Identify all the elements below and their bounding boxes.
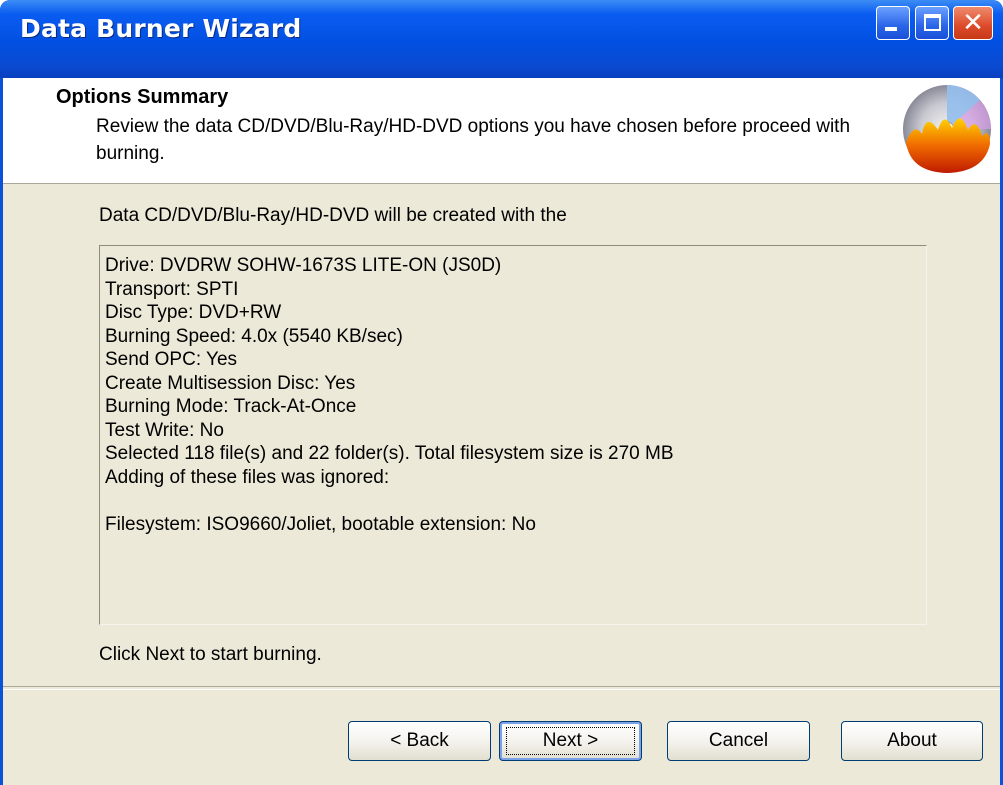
disc-flame-logo-icon <box>903 85 991 173</box>
back-button[interactable]: < Back <box>348 721 491 761</box>
summary-line: Send OPC: Yes <box>105 349 238 370</box>
back-button-label: < Back <box>390 730 449 751</box>
summary-line: Selected 118 file(s) and 22 folder(s). T… <box>105 443 674 464</box>
intro-text: Data CD/DVD/Blu-Ray/HD-DVD will be creat… <box>99 205 567 226</box>
wizard-header: Options Summary Review the data CD/DVD/B… <box>3 78 1000 184</box>
minimize-button[interactable] <box>876 6 910 40</box>
summary-line: Transport: SPTI <box>105 278 239 300</box>
close-icon: ✕ <box>962 8 984 38</box>
maximize-button[interactable] <box>915 6 949 40</box>
options-summary-box[interactable]: Drive: DVDRW SOHW-1673S LITE-ON (JS0D) T… <box>99 245 927 625</box>
summary-line: Test Write: No <box>105 419 224 441</box>
maximize-icon <box>924 14 941 31</box>
summary-line: Burning Mode: Track-At-Once <box>105 396 357 417</box>
next-button[interactable]: Next > <box>499 721 642 761</box>
summary-line: Disc Type: DVD+RW <box>105 302 282 323</box>
wizard-window: Data Burner Wizard ✕ Options Summary Rev… <box>0 0 1003 785</box>
cancel-button[interactable]: Cancel <box>667 721 810 761</box>
about-button[interactable]: About <box>841 721 983 761</box>
about-button-label: About <box>887 730 937 751</box>
cancel-button-label: Cancel <box>708 730 769 751</box>
title-bar[interactable]: Data Burner Wizard ✕ <box>0 0 1003 78</box>
summary-line: Filesystem: ISO9660/Joliet, bootable ext… <box>105 513 536 535</box>
summary-line: Adding of these files was ignored: <box>105 466 390 488</box>
summary-line <box>100 489 674 513</box>
summary-list: Drive: DVDRW SOHW-1673S LITE-ON (JS0D) T… <box>100 254 674 536</box>
summary-line: Create Multisession Disc: Yes <box>105 372 356 394</box>
summary-line: Drive: DVDRW SOHW-1673S LITE-ON (JS0D) <box>105 255 502 276</box>
window-title: Data Burner Wizard <box>20 14 302 43</box>
minimize-icon <box>885 27 897 31</box>
summary-line: Burning Speed: 4.0x (5540 KB/sec) <box>105 325 403 347</box>
close-button[interactable]: ✕ <box>953 6 993 40</box>
page-description: Review the data CD/DVD/Blu-Ray/HD-DVD op… <box>96 116 851 164</box>
footer-hint: Click Next to start burning. <box>99 644 322 665</box>
focus-rectangle <box>506 727 635 755</box>
page-title: Options Summary <box>56 86 229 108</box>
wizard-client-area: Options Summary Review the data CD/DVD/B… <box>3 78 1000 785</box>
footer-divider <box>3 686 1000 690</box>
